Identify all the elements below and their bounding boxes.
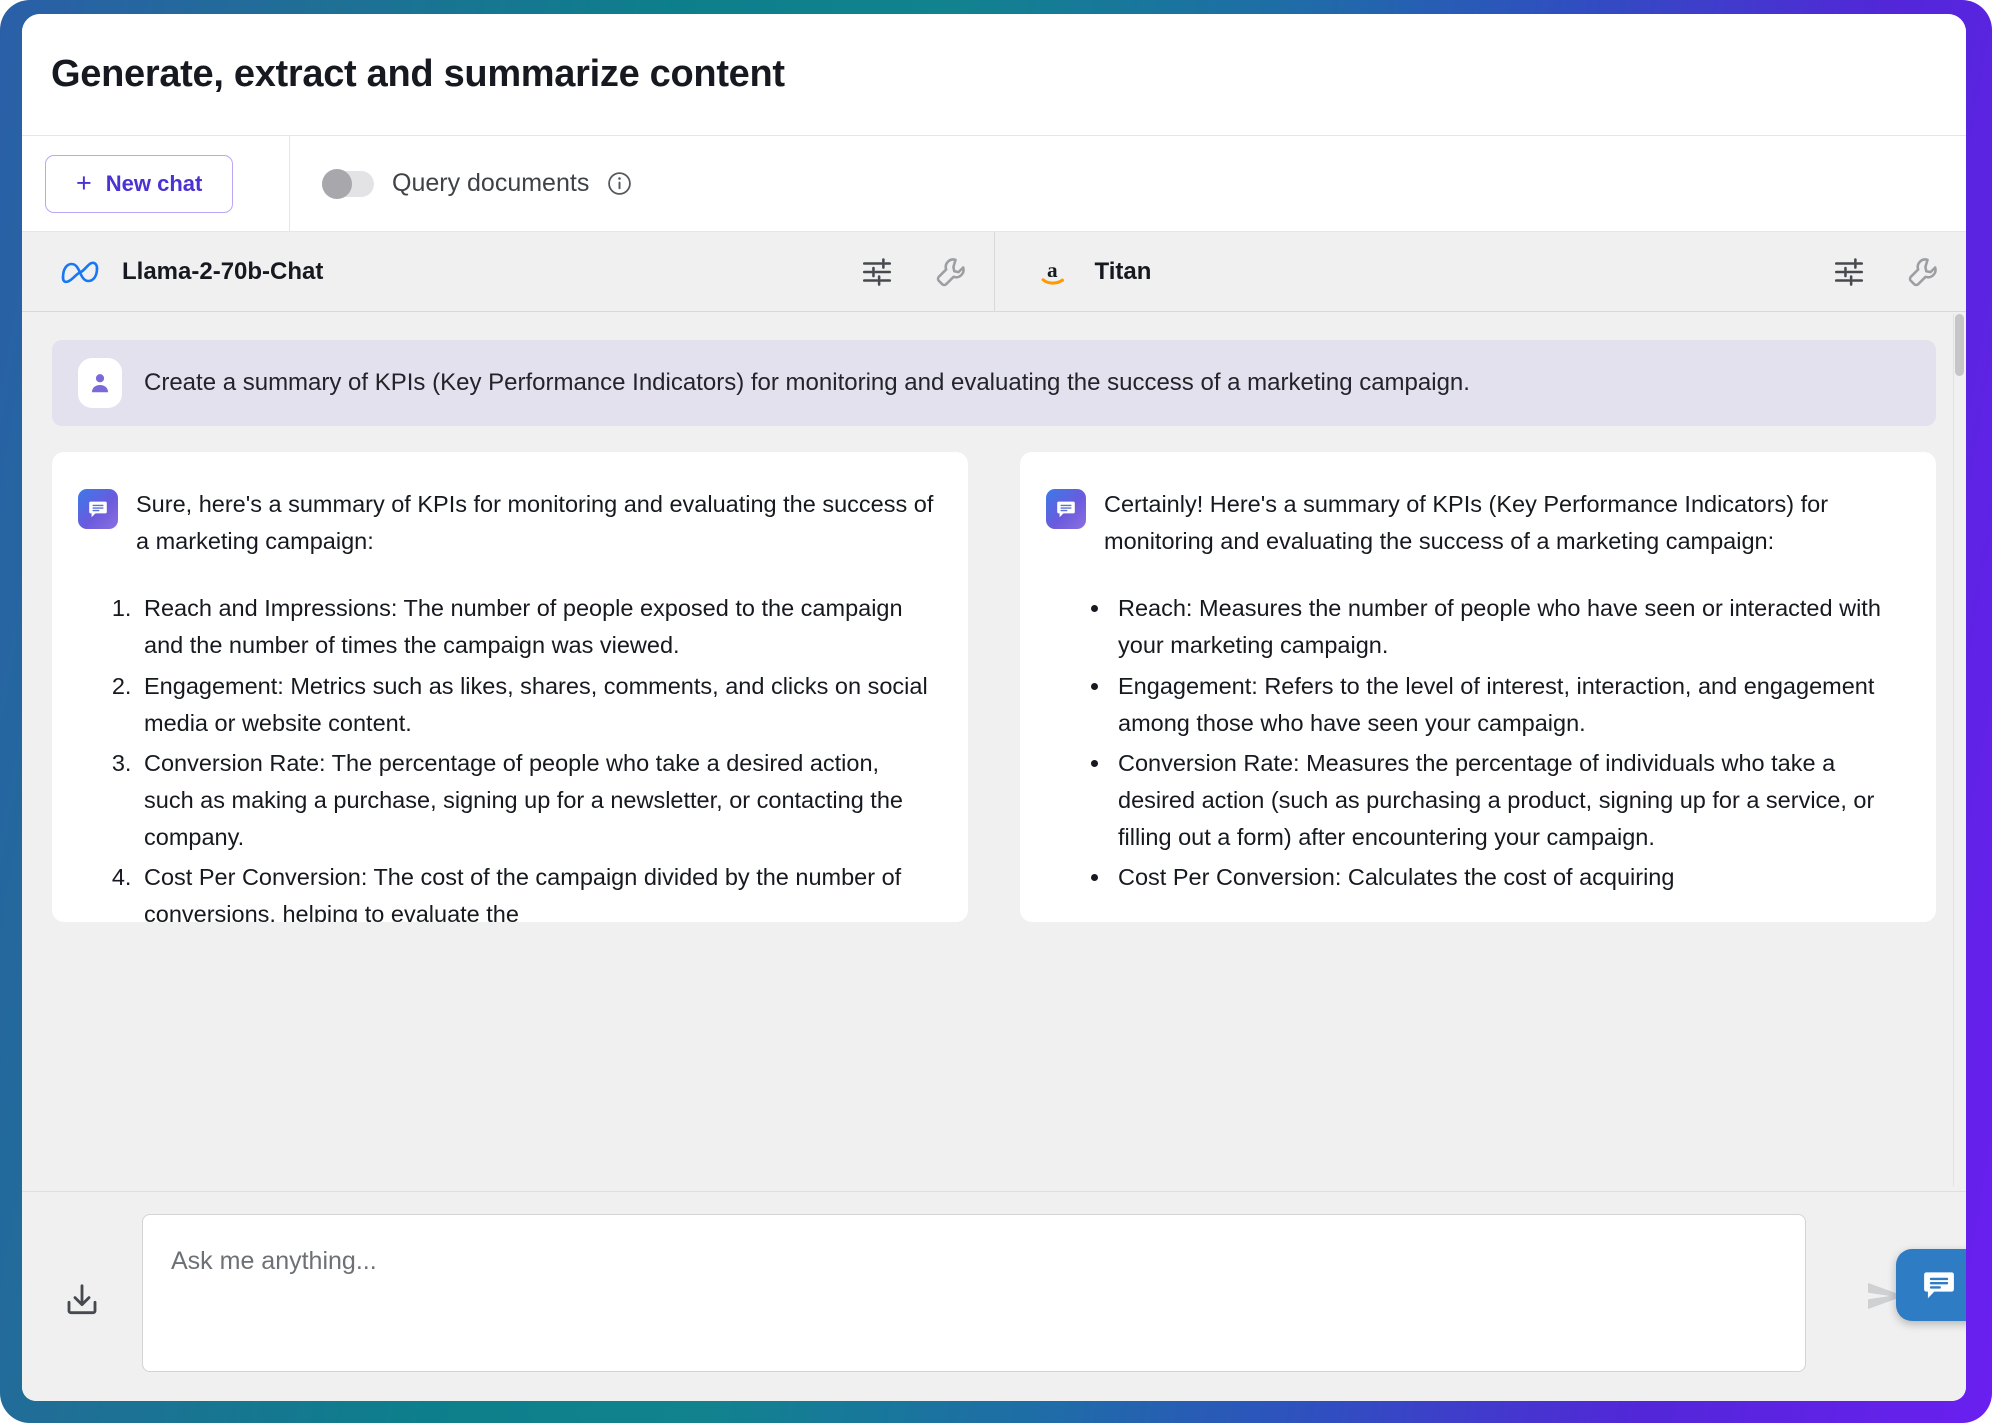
list-item: Cost Per Conversion: The cost of the cam… xyxy=(138,859,934,922)
sliders-icon[interactable] xyxy=(860,255,894,289)
answer-list-llama: Reach and Impressions: The number of peo… xyxy=(78,590,934,922)
answer-cards-row: Sure, here's a summary of KPIs for monit… xyxy=(52,452,1936,922)
scrollbar-thumb[interactable] xyxy=(1955,314,1964,376)
model-header-strip: Llama-2-70b-Chat a Titan xyxy=(22,232,1966,312)
new-chat-button[interactable]: + New chat xyxy=(45,154,234,213)
query-documents-cell: Query documents xyxy=(290,136,1966,231)
list-item: Cost Per Conversion: Calculates the cost… xyxy=(1112,859,1902,896)
answer-head: Sure, here's a summary of KPIs for monit… xyxy=(78,486,934,560)
info-icon[interactable] xyxy=(607,171,632,196)
list-item: Conversion Rate: Measures the percentage… xyxy=(1112,745,1902,856)
chat-bubble-icon xyxy=(1924,1272,1954,1299)
query-documents-toggle[interactable] xyxy=(322,168,374,199)
user-prompt-text: Create a summary of KPIs (Key Performanc… xyxy=(144,369,1470,396)
new-chat-label: New chat xyxy=(105,170,203,196)
sliders-icon[interactable] xyxy=(1832,255,1866,289)
query-documents-label: Query documents xyxy=(392,169,590,197)
bot-message-icon xyxy=(1046,489,1086,529)
model-name-titan: Titan xyxy=(1094,257,1152,285)
list-item: Reach and Impressions: The number of peo… xyxy=(138,590,934,664)
answer-card-titan: Certainly! Here's a summary of KPIs (Key… xyxy=(1020,452,1936,922)
model-actions-llama xyxy=(860,255,968,289)
composer-bar xyxy=(22,1191,1966,1401)
answer-list-titan: Reach: Measures the number of people who… xyxy=(1046,590,1902,896)
app-window-frame: Generate, extract and summarize content … xyxy=(0,0,1992,1423)
plus-icon: + xyxy=(76,168,92,198)
search-input[interactable] xyxy=(142,1214,1806,1372)
toolbar: + New chat Query documents xyxy=(22,136,1966,232)
answer-head: Certainly! Here's a summary of KPIs (Key… xyxy=(1046,486,1902,560)
list-item: Engagement: Metrics such as likes, share… xyxy=(138,668,934,742)
page-title: Generate, extract and summarize content xyxy=(51,53,785,95)
wrench-icon[interactable] xyxy=(934,255,968,289)
page-header: Generate, extract and summarize content xyxy=(22,14,1966,136)
model-cell-titan: a Titan xyxy=(993,232,1967,311)
amazon-a-logo-icon: a xyxy=(1031,255,1075,289)
page-scrollbar[interactable] xyxy=(1953,314,1964,1186)
app-window: Generate, extract and summarize content … xyxy=(22,14,1966,1401)
model-actions-titan xyxy=(1832,255,1940,289)
bot-message-icon xyxy=(78,489,118,529)
model-name-llama: Llama-2-70b-Chat xyxy=(122,257,324,285)
answer-intro-titan: Certainly! Here's a summary of KPIs (Key… xyxy=(1104,491,1829,555)
toggle-knob xyxy=(322,168,352,199)
download-icon[interactable] xyxy=(22,1214,142,1320)
conversation-area: Create a summary of KPIs (Key Performanc… xyxy=(22,312,1966,1191)
chat-widget-button[interactable] xyxy=(1896,1249,1966,1321)
wrench-icon[interactable] xyxy=(1906,255,1940,289)
model-cell-llama: Llama-2-70b-Chat xyxy=(22,232,994,311)
answer-intro-llama: Sure, here's a summary of KPIs for monit… xyxy=(136,491,934,555)
new-chat-cell: + New chat xyxy=(22,136,290,231)
user-avatar-icon xyxy=(78,358,122,408)
meta-infinity-logo-icon xyxy=(58,259,102,285)
svg-text:a: a xyxy=(1046,257,1057,281)
list-item: Conversion Rate: The percentage of peopl… xyxy=(138,745,934,856)
list-item: Engagement: Refers to the level of inter… xyxy=(1112,668,1902,742)
answer-card-llama: Sure, here's a summary of KPIs for monit… xyxy=(52,452,968,922)
user-prompt-bar: Create a summary of KPIs (Key Performanc… xyxy=(52,340,1936,426)
list-item: Reach: Measures the number of people who… xyxy=(1112,590,1902,664)
